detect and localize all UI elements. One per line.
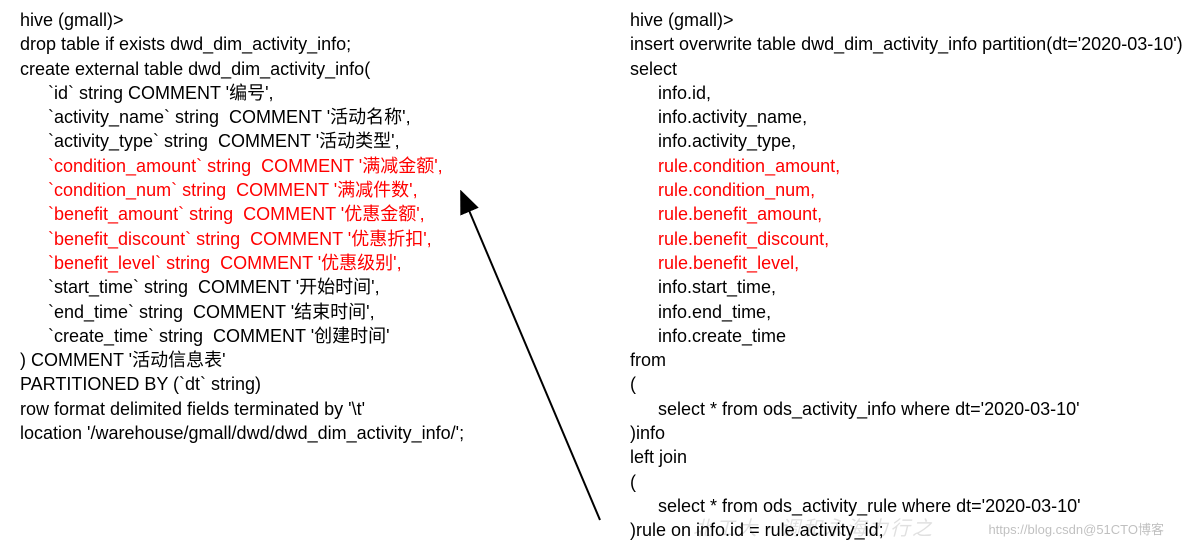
code-line-highlighted: `benefit_discount` string COMMENT '优惠折扣'… <box>20 227 560 251</box>
code-line: ( <box>630 470 1183 494</box>
code-line: create external table dwd_dim_activity_i… <box>20 57 560 81</box>
code-columns: hive (gmall)> drop table if exists dwd_d… <box>20 8 1164 543</box>
code-line: PARTITIONED BY (`dt` string) <box>20 372 560 396</box>
code-line: info.end_time, <box>630 300 1183 324</box>
code-line: info.activity_name, <box>630 105 1183 129</box>
code-line-highlighted: `benefit_level` string COMMENT '优惠级别', <box>20 251 560 275</box>
code-line: `activity_name` string COMMENT '活动名称', <box>20 105 560 129</box>
code-line: left join <box>630 445 1183 469</box>
code-line: `start_time` string COMMENT '开始时间', <box>20 275 560 299</box>
code-line-highlighted: `benefit_amount` string COMMENT '优惠金额', <box>20 202 560 226</box>
code-line: hive (gmall)> <box>20 8 560 32</box>
code-line-highlighted: rule.condition_num, <box>630 178 1183 202</box>
code-line: `id` string COMMENT '编号', <box>20 81 560 105</box>
code-line: info.start_time, <box>630 275 1183 299</box>
code-line: hive (gmall)> <box>630 8 1183 32</box>
code-line: select * from ods_activity_rule where dt… <box>630 494 1183 518</box>
code-line: select * from ods_activity_info where dt… <box>630 397 1183 421</box>
code-line-highlighted: rule.benefit_amount, <box>630 202 1183 226</box>
code-line: info.create_time <box>630 324 1183 348</box>
code-line: from <box>630 348 1183 372</box>
code-line-highlighted: rule.benefit_level, <box>630 251 1183 275</box>
code-line-highlighted: `condition_amount` string COMMENT '满减金额'… <box>20 154 560 178</box>
left-code-block: hive (gmall)> drop table if exists dwd_d… <box>20 8 560 543</box>
code-line: select <box>630 57 1183 81</box>
code-line: ) COMMENT '活动信息表' <box>20 348 560 372</box>
code-line: row format delimited fields terminated b… <box>20 397 560 421</box>
code-line: ( <box>630 372 1183 396</box>
watermark-source: https://blog.csdn@51CTO博客 <box>988 521 1164 539</box>
code-line: insert overwrite table dwd_dim_activity_… <box>630 32 1183 56</box>
code-line-highlighted: `condition_num` string COMMENT '满减件数', <box>20 178 560 202</box>
code-line: location '/warehouse/gmall/dwd/dwd_dim_a… <box>20 421 560 445</box>
code-line: `create_time` string COMMENT '创建时间' <box>20 324 560 348</box>
code-line: info.id, <box>630 81 1183 105</box>
right-code-block: hive (gmall)> insert overwrite table dwd… <box>600 8 1183 543</box>
code-line: )info <box>630 421 1183 445</box>
code-line: `end_time` string COMMENT '结束时间', <box>20 300 560 324</box>
code-line: info.activity_type, <box>630 129 1183 153</box>
code-line-highlighted: rule.benefit_discount, <box>630 227 1183 251</box>
code-line: `activity_type` string COMMENT '活动类型', <box>20 129 560 153</box>
code-line-highlighted: rule.condition_amount, <box>630 154 1183 178</box>
watermark-text: 北工大 · 调和永海力行之 <box>693 516 934 543</box>
code-line: drop table if exists dwd_dim_activity_in… <box>20 32 560 56</box>
